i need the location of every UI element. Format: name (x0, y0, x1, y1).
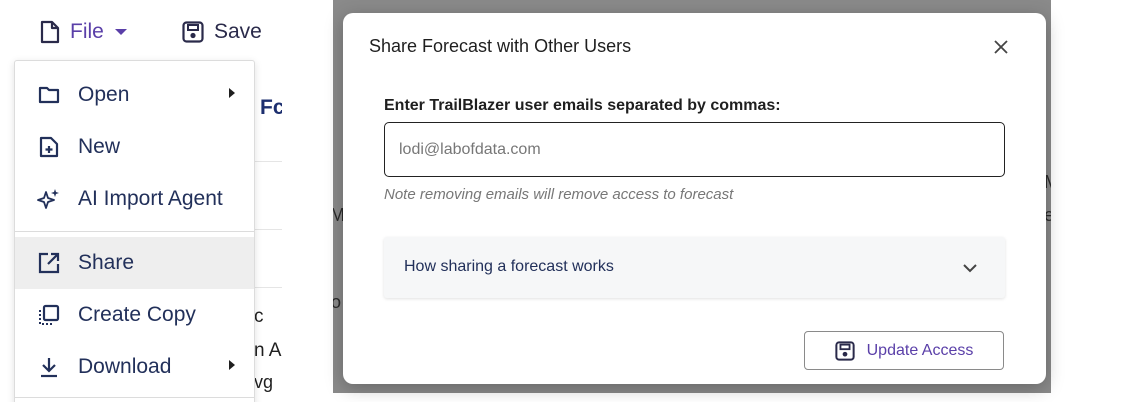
background-divider (255, 287, 282, 288)
menu-item-ai-import-agent[interactable]: AI Import Agent (15, 173, 254, 225)
menu-item-label: AI Import Agent (78, 187, 223, 210)
helper-text: Note removing emails will remove access … (384, 186, 734, 203)
toolbar: File Save (0, 0, 282, 62)
share-forecast-dialog: Share Forecast with Other Users Enter Tr… (343, 13, 1046, 384)
menu-item-label: Create Copy (78, 303, 196, 326)
close-icon (993, 39, 1009, 60)
email-field-label: Enter TrailBlazer user emails separated … (384, 97, 781, 114)
caret-down-icon (114, 27, 128, 37)
dialog-title: Share Forecast with Other Users (369, 36, 632, 56)
new-file-icon (37, 135, 61, 159)
file-icon (40, 20, 60, 44)
file-dropdown-menu: Open New AI Import Agent Share Create Co… (14, 60, 255, 402)
save-label: Save (214, 20, 262, 43)
background-text-fragment: o (333, 292, 342, 312)
background-divider (255, 229, 282, 230)
menu-item-new[interactable]: New (15, 121, 254, 173)
folder-icon (37, 83, 61, 107)
background-text-fragment: c (254, 306, 264, 327)
sparkles-icon (37, 187, 61, 211)
menu-item-share[interactable]: Share (15, 237, 254, 289)
background-text-fragment: vg (254, 372, 274, 392)
email-input[interactable] (384, 122, 1005, 177)
menu-item-label: Share (78, 251, 135, 274)
save-icon (182, 21, 204, 43)
file-menu-label: File (70, 20, 104, 43)
save-icon (834, 340, 855, 361)
menu-item-label: Download (78, 355, 172, 378)
accordion-label: How sharing a forecast works (404, 258, 614, 275)
chevron-down-icon (958, 256, 982, 280)
close-button[interactable] (989, 37, 1013, 61)
menu-item-label: Open (78, 83, 130, 106)
menu-item-open[interactable]: Open (15, 69, 254, 121)
submenu-arrow-icon (228, 358, 236, 376)
background-text-fragment: n A (254, 340, 282, 361)
menu-item-download[interactable]: Download (15, 341, 254, 393)
app-left-panel: File Save Fc c n A vg Open New AI Import… (0, 0, 282, 402)
background-heading-fragment: Fc (260, 96, 282, 119)
save-button[interactable]: Save (182, 14, 262, 50)
menu-divider (15, 231, 254, 232)
share-icon (37, 251, 61, 275)
menu-item-create-copy[interactable]: Create Copy (15, 289, 254, 341)
update-access-button[interactable]: Update Access (804, 331, 1004, 370)
menu-divider (15, 397, 254, 398)
download-icon (37, 355, 61, 379)
menu-item-label: New (78, 135, 121, 158)
submenu-arrow-icon (228, 86, 236, 104)
background-divider (255, 161, 282, 162)
file-menu-button[interactable]: File (40, 14, 128, 50)
sharing-info-accordion[interactable]: How sharing a forecast works (384, 237, 1005, 298)
copy-icon (37, 303, 61, 327)
update-access-label: Update Access (866, 341, 974, 359)
